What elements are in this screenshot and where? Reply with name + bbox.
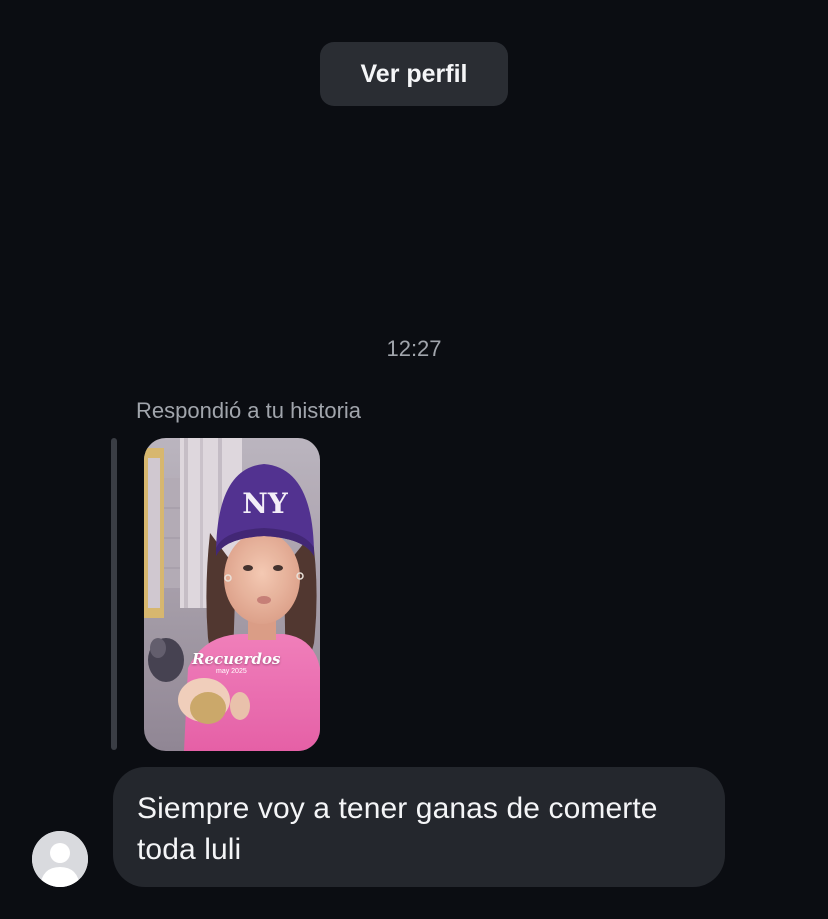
message-bubble[interactable]: Siempre voy a tener ganas de comerte tod… (113, 767, 725, 887)
avatar[interactable] (32, 831, 88, 887)
message-timestamp: 12:27 (386, 336, 442, 361)
reply-indicator-bar (111, 438, 117, 750)
story-thumbnail-image: NY (144, 438, 320, 751)
story-date: may 2025 (216, 668, 247, 675)
default-user-avatar-icon (32, 831, 88, 887)
story-thumbnail[interactable]: NY Recuerdos may 2025 (144, 438, 320, 751)
message-text-line-2: toda luli (137, 833, 242, 866)
story-caption: Recuerdos (192, 650, 281, 668)
view-profile-button[interactable]: Ver perfil (320, 42, 508, 106)
story-reply-label: Respondió a tu historia (136, 398, 362, 423)
message-text-line-1: Siempre voy a tener ganas de comerte (137, 792, 658, 825)
